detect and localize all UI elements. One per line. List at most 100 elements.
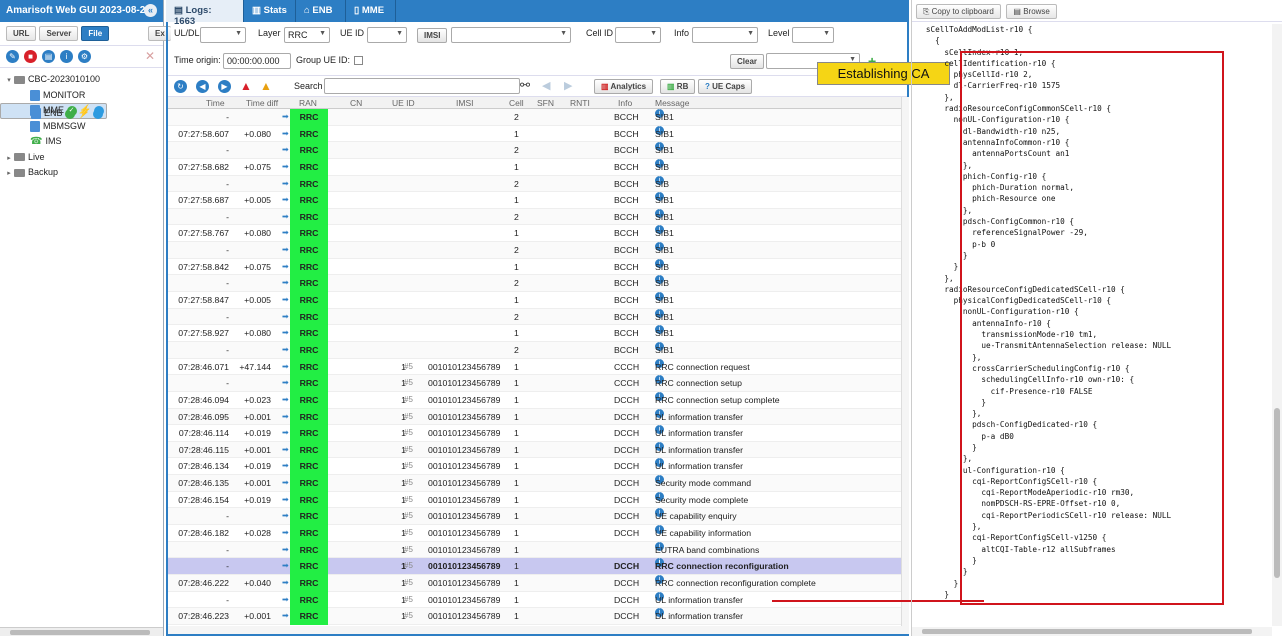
table-row[interactable]: 07:28:46.115 +0.001 ➡ RRC 1 #5 001010123456789… — [168, 441, 901, 459]
table-row[interactable]: 07:28:46.095 +0.001 ➡ RRC 1 #5 001010123456789… — [168, 408, 901, 426]
table-row[interactable]: 07:28:46.223 +0.001 ➡ RRC 1 #5 001010123456789… — [168, 608, 901, 625]
left-hscrollbar[interactable] — [0, 627, 163, 636]
table-row[interactable]: 07:27:58.607 +0.080 ➡ RRC 1 BCCH i SIB1 — [168, 125, 901, 143]
table-row[interactable]: 07:28:46.114 +0.019 ➡ RRC 1 #5 001010123456789… — [168, 425, 901, 442]
cell-timediff: +0.080 — [244, 228, 271, 239]
table-row[interactable]: 07:28:46.222 +0.040 ➡ RRC 1 #5 001010123456789… — [168, 574, 901, 592]
file-button[interactable]: File — [81, 26, 110, 41]
level-select[interactable]: ▼ — [792, 27, 834, 43]
table-row[interactable]: 07:28:46.182 +0.028 ➡ RRC 1 #5 001010123456789… — [168, 525, 901, 542]
url-button[interactable]: URL — [6, 26, 37, 41]
col-info[interactable]: Info — [618, 98, 632, 108]
tree-item[interactable]: MONITOR — [0, 88, 163, 104]
analytics-button[interactable]: ▥ Analytics — [594, 79, 654, 94]
cell-time: - — [226, 378, 229, 389]
table-row[interactable]: 07:28:46.071 +47.144 ➡ RRC 1 #5 00101012345678… — [168, 358, 901, 376]
message-text: DL information transfer — [655, 411, 744, 422]
table-row[interactable]: 07:27:58.682 +0.075 ➡ RRC 1 BCCH i SIB — [168, 158, 901, 176]
prev-icon[interactable]: ◀ — [542, 79, 550, 92]
time-origin-input[interactable]: 00:00:00.000 — [223, 53, 291, 69]
back-icon[interactable]: ◀ — [196, 80, 209, 93]
tree-item[interactable]: MBMSGW — [0, 119, 163, 135]
uldl-select[interactable]: ▼ — [200, 27, 246, 43]
table-row[interactable]: - ➡ RRC 2 BCCH i SIB1 — [168, 109, 901, 126]
table-row[interactable]: - ➡ RRC 2 BCCH i SIB1 — [168, 341, 901, 359]
tree-item-label: IMS — [45, 136, 62, 146]
imsi-button[interactable]: IMSI — [417, 28, 448, 43]
settings-icon[interactable]: ⚙ — [78, 50, 91, 63]
table-row[interactable]: - ➡ RRC 2 BCCH i SIB — [168, 275, 901, 293]
table-row[interactable]: - ➡ RRC 1 #5 001010123456789 1 DCCH i UE capabili… — [168, 508, 901, 526]
tree-item[interactable]: ▸ Live — [0, 150, 163, 166]
clear-button[interactable]: Clear — [730, 54, 765, 69]
error-icon[interactable]: ▲ — [240, 79, 252, 93]
log-vscrollbar[interactable] — [901, 97, 909, 634]
tab-enb[interactable]: ⌂ ENB — [296, 0, 346, 22]
table-row[interactable]: 07:27:58.687 +0.005 ➡ RRC 1 BCCH i SIB1 — [168, 192, 901, 209]
table-row[interactable]: 07:27:58.767 +0.080 ➡ RRC 1 BCCH i SIB1 — [168, 225, 901, 243]
table-row[interactable]: 07:28:46.134 +0.019 ➡ RRC 1 #5 001010123456789… — [168, 458, 901, 476]
col-sfn[interactable]: SFN — [537, 98, 554, 108]
uecaps-button[interactable]: ? UE Caps — [698, 79, 753, 94]
binoculars-icon[interactable]: ⚯ — [520, 78, 530, 92]
rb-button[interactable]: ▥ RB — [660, 79, 696, 94]
warning-icon[interactable]: ▲ — [260, 79, 272, 93]
table-row[interactable]: - ➡ RRC 1 #5 001010123456789 1 i EUTRA band comb… — [168, 541, 901, 559]
table-row[interactable]: 07:28:46.154 +0.019 ➡ RRC 1 #5 001010123456789… — [168, 491, 901, 509]
col-rnti[interactable]: RNTI — [570, 98, 590, 108]
expand-icon[interactable]: ▸ — [4, 151, 14, 166]
table-row[interactable]: - ➡ RRC 1 #5 001010123456789 1 DCCH i RRC connect… — [168, 558, 901, 575]
save-icon[interactable]: ▤ — [42, 50, 55, 63]
table-row[interactable]: - ➡ RRC 2 BCCH i SIB1 — [168, 208, 901, 226]
col-message[interactable]: Message — [655, 98, 690, 108]
tab-stats[interactable]: ▥ Stats — [244, 0, 296, 22]
group-ueid-checkbox[interactable] — [354, 56, 363, 65]
table-row[interactable]: - ➡ RRC 2 BCCH i SIB — [168, 175, 901, 193]
info-icon[interactable]: i — [60, 50, 73, 63]
tab-mme[interactable]: ▯ MME — [346, 0, 396, 22]
table-row[interactable]: 07:28:46.135 +0.001 ➡ RRC 1 #5 001010123456789… — [168, 475, 901, 492]
col-cn[interactable]: CN — [350, 98, 362, 108]
server-button[interactable]: Server — [39, 26, 79, 41]
collapse-icon[interactable]: « — [144, 4, 157, 17]
next-icon[interactable]: ▶ — [564, 79, 572, 92]
tab-logs[interactable]: ▤ Logs: 1663 — [166, 0, 244, 27]
table-row[interactable]: 07:27:58.842 +0.075 ➡ RRC 1 BCCH i SIB — [168, 258, 901, 276]
tree-item[interactable]: MME ✓ ⚡ — [0, 103, 163, 119]
details-hscrollbar[interactable] — [912, 627, 1272, 636]
expand-icon[interactable]: ▾ — [4, 73, 14, 88]
ueid-select[interactable]: ▼ — [367, 27, 407, 43]
info-select[interactable]: ▼ — [692, 27, 758, 43]
expand-icon[interactable]: ▸ — [4, 166, 14, 181]
table-row[interactable]: 07:27:58.847 +0.005 ➡ RRC 1 BCCH i SIB1 — [168, 292, 901, 309]
stop-icon[interactable]: ■ — [24, 50, 37, 63]
col-imsi[interactable]: IMSI — [456, 98, 473, 108]
tree-item[interactable]: ☎ IMS — [0, 134, 163, 150]
details-vscrollbar[interactable] — [1272, 24, 1282, 626]
cellid-select[interactable]: ▼ — [615, 27, 661, 43]
col-timediff[interactable]: Time diff — [246, 98, 278, 108]
refresh-icon[interactable]: ↻ — [174, 80, 187, 93]
copy-button[interactable]: ⎘ Copy to clipboard — [916, 4, 1001, 19]
forward-icon[interactable]: ▶ — [218, 80, 231, 93]
connect-icon[interactable]: ✎ — [6, 50, 19, 63]
table-row[interactable]: - ➡ RRC 2 BCCH i SIB1 — [168, 242, 901, 259]
delete-icon[interactable]: ✕ — [145, 49, 155, 63]
layer-select[interactable]: RRC ▼ — [284, 27, 330, 43]
search-input[interactable] — [324, 78, 520, 94]
log-hscrollbar[interactable] — [168, 626, 909, 634]
col-ueid[interactable]: UE ID — [392, 98, 415, 108]
table-row[interactable]: 07:27:58.927 +0.080 ➡ RRC 1 BCCH i SIB1 — [168, 325, 901, 342]
table-row[interactable]: - ➡ RRC 1 #5 001010123456789 1 CCCH i RRC connect… — [168, 375, 901, 392]
play-icon[interactable] — [94, 105, 104, 116]
browse-button[interactable]: ▤ Browse — [1006, 4, 1057, 19]
col-ran[interactable]: RAN — [299, 98, 317, 108]
table-row[interactable]: - ➡ RRC 2 BCCH i SIB1 — [168, 142, 901, 159]
col-time[interactable]: Time — [206, 98, 225, 108]
table-row[interactable]: 07:28:46.094 +0.023 ➡ RRC 1 #5 001010123456789… — [168, 391, 901, 409]
col-cell[interactable]: Cell — [509, 98, 524, 108]
imsi-select[interactable]: ▼ — [451, 27, 571, 43]
tree-item[interactable]: ▾ CBC-2023010100 — [0, 72, 163, 88]
tree-item[interactable]: ▸ Backup — [0, 165, 163, 181]
table-row[interactable]: - ➡ RRC 2 BCCH i SIB1 — [168, 308, 901, 326]
